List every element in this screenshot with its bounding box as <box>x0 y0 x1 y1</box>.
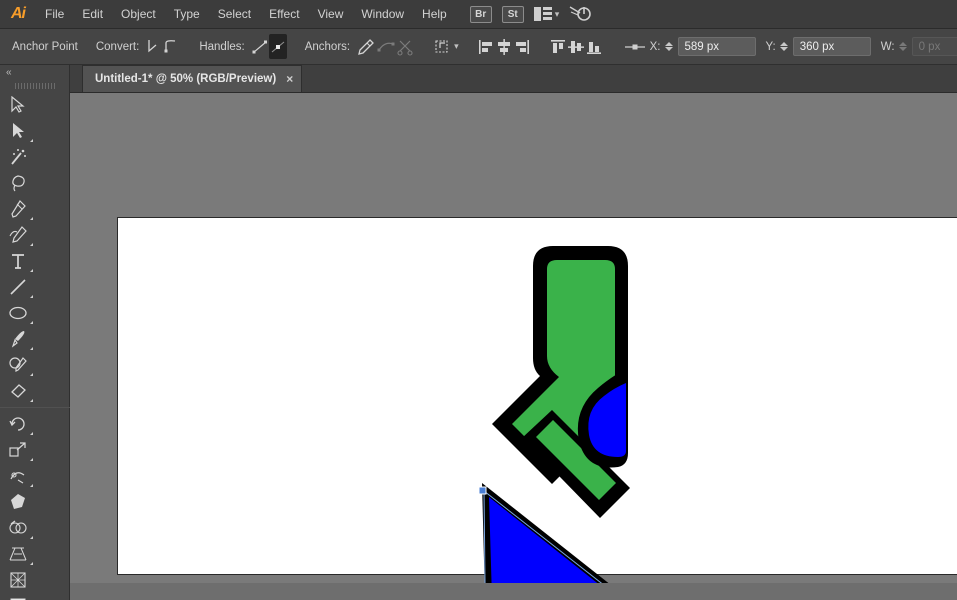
document-tab[interactable]: Untitled-1* @ 50% (RGB/Preview) × <box>82 65 302 92</box>
scale-tool[interactable] <box>0 437 35 463</box>
menu-file[interactable]: File <box>36 0 73 29</box>
paintbrush-tool[interactable] <box>0 326 35 352</box>
x-label: X: <box>650 41 661 53</box>
direct-selection-tool[interactable] <box>0 118 35 144</box>
artwork-layer[interactable] <box>70 93 957 600</box>
align-bottom-icon[interactable] <box>585 34 603 59</box>
workspace-switcher-icon[interactable] <box>569 4 591 25</box>
menu-window[interactable]: Window <box>352 0 413 29</box>
align-right-icon[interactable] <box>513 34 531 59</box>
connect-anchors-icon[interactable] <box>376 34 396 59</box>
document-tab-title: Untitled-1* @ 50% (RGB/Preview) <box>95 73 276 85</box>
menu-type[interactable]: Type <box>165 0 209 29</box>
width-tool[interactable] <box>0 463 35 489</box>
chevron-down-icon[interactable]: ▾ <box>454 41 459 52</box>
w-label: W: <box>881 41 895 53</box>
pen-tool[interactable] <box>0 196 35 222</box>
free-transform-tool[interactable] <box>0 489 35 515</box>
mesh-tool[interactable] <box>0 567 35 593</box>
remove-anchor-icon[interactable] <box>356 34 376 59</box>
document-tab-bar: Untitled-1* @ 50% (RGB/Preview) × <box>70 65 957 93</box>
align-top-icon[interactable] <box>549 34 567 59</box>
transform-reference-point-icon[interactable] <box>624 34 646 59</box>
rotate-tool[interactable] <box>0 411 35 437</box>
line-segment-tool[interactable] <box>0 274 35 300</box>
tools-panel: « <box>0 65 70 600</box>
control-bar-title: Anchor Point <box>12 41 78 53</box>
tools-panel-grip[interactable] <box>0 80 69 92</box>
menu-object[interactable]: Object <box>112 0 165 29</box>
menu-view[interactable]: View <box>309 0 353 29</box>
x-position-field[interactable]: X: 589 px <box>650 37 756 56</box>
y-position-field[interactable]: Y: 360 px <box>766 37 871 56</box>
show-handles-icon[interactable] <box>251 34 269 59</box>
anchor-top-left <box>479 487 486 494</box>
control-bar: Anchor Point Convert: Handles: <box>0 29 957 65</box>
gradient-tool[interactable] <box>0 593 35 600</box>
document-canvas[interactable] <box>70 93 957 600</box>
lasso-tool[interactable] <box>0 170 35 196</box>
selection-tool[interactable] <box>0 92 35 118</box>
shape-builder-tool[interactable] <box>0 515 35 541</box>
arrange-documents-icon[interactable]: ▾ <box>534 7 560 21</box>
illustrator-window: Ai File Edit Object Type Select Effect V… <box>0 0 957 600</box>
collapse-panel-icon[interactable]: « <box>0 65 69 80</box>
handles-label: Handles: <box>199 41 244 53</box>
perspective-grid-tool[interactable] <box>0 541 35 567</box>
convert-label: Convert: <box>96 41 139 53</box>
menu-bar-right-cluster: Br St ▾ <box>470 4 592 25</box>
y-stepper[interactable] <box>780 42 788 51</box>
divider <box>0 407 70 408</box>
ai-logo-icon: Ai <box>0 0 36 29</box>
close-icon[interactable]: × <box>286 73 293 85</box>
canvas-status-bar <box>70 583 957 600</box>
y-label: Y: <box>766 41 776 53</box>
menu-edit[interactable]: Edit <box>73 0 112 29</box>
menu-bar: Ai File Edit Object Type Select Effect V… <box>0 0 957 29</box>
ellipse-tool[interactable] <box>0 300 35 326</box>
menu-effect[interactable]: Effect <box>260 0 308 29</box>
shaper-pencil-tool[interactable] <box>0 352 35 378</box>
type-tool[interactable] <box>0 248 35 274</box>
w-value: 0 px <box>912 37 957 56</box>
bridge-button[interactable]: Br <box>470 6 492 23</box>
align-left-icon[interactable] <box>477 34 495 59</box>
x-value[interactable]: 589 px <box>678 37 756 56</box>
y-value[interactable]: 360 px <box>793 37 871 56</box>
tools-grid-2 <box>0 411 69 600</box>
eraser-tool[interactable] <box>0 378 35 404</box>
menu-help[interactable]: Help <box>413 0 456 29</box>
x-stepper[interactable] <box>665 42 673 51</box>
curvature-tool[interactable] <box>0 222 35 248</box>
convert-to-corner-icon[interactable] <box>145 34 163 59</box>
hide-handles-icon[interactable] <box>269 34 287 59</box>
magic-wand-tool[interactable] <box>0 144 35 170</box>
w-stepper <box>899 42 907 51</box>
menu-select[interactable]: Select <box>209 0 260 29</box>
align-vertical-center-icon[interactable] <box>567 34 585 59</box>
cut-path-at-anchor-icon[interactable] <box>396 34 416 59</box>
isolate-selected-object-icon[interactable] <box>434 34 454 59</box>
stock-button[interactable]: St <box>502 6 524 23</box>
anchors-label: Anchors: <box>305 41 350 53</box>
chevron-down-icon: ▾ <box>555 9 560 20</box>
align-horizontal-center-icon[interactable] <box>495 34 513 59</box>
tools-grid-1 <box>0 92 69 404</box>
convert-to-smooth-icon[interactable] <box>163 34 181 59</box>
width-field: W: 0 px <box>881 37 957 56</box>
